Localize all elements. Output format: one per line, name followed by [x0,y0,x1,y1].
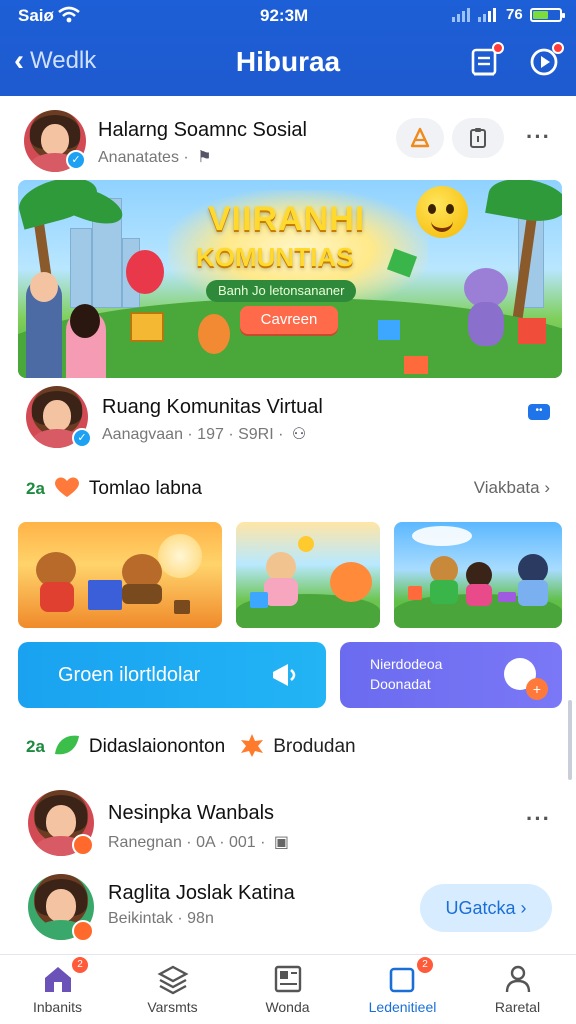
leaf-icon [53,734,81,761]
post-meta: Aanagvaan · 197 · S9RI · ⚇ [102,424,306,444]
home-icon [42,963,74,995]
view-all-label: Viakbata [473,478,540,497]
nav-label: Inbanits [32,999,83,1015]
section-title: Didaslaiononton [88,736,226,757]
secondary-action-label: Nierdodeoa [370,656,443,672]
top-bar: Saiø 92:3M 76 ‹ Wedlk Hiburaa [0,0,576,96]
secondary-action-sublabel: Doonadat [370,676,431,692]
user-name[interactable]: Raglita Joslak Katina [108,882,295,905]
news-icon [272,963,304,995]
document-icon: ▣ [273,834,290,851]
content-card[interactable] [236,522,380,628]
cone-icon [410,127,430,148]
status-carrier: Saiø [18,6,54,25]
bottom-nav: 2 Inbanits Varsmts Wonda 2 Ledenitieel R… [0,954,576,1024]
nav-label: Raretal [494,999,541,1015]
alert-button[interactable] [396,118,444,158]
megaphone-icon [270,660,300,695]
signal-icon [452,8,496,22]
more-options-icon[interactable]: ··· [526,806,551,832]
section-header: 2a Tomlao labna [26,474,202,504]
view-all-link[interactable]: Viakbata › [474,478,550,498]
primary-action-label: Groen ilortldolar [58,664,201,686]
nav-item-layers[interactable]: Varsmts [115,955,230,1024]
banner-title: VIIRANHI [208,200,366,238]
nav-item-profile[interactable]: Raretal [460,955,575,1024]
badge-icon [72,920,94,942]
nav-badge: 2 [417,957,433,973]
layers-icon [156,963,189,995]
follow-button-label: UGatcka [445,898,516,918]
section-count: 2a [26,737,45,756]
status-time: 92:3M [260,6,309,25]
flag-icon: ⚑ [197,149,212,166]
notes-button[interactable] [468,42,504,78]
chat-square-icon [387,963,419,995]
nav-item-messages[interactable]: 2 Ledenitieel [345,955,460,1024]
scrollbar[interactable] [568,700,572,780]
follow-button[interactable]: UGatcka › [420,884,552,932]
clipboard-icon [470,128,486,148]
notification-dot [552,42,564,54]
post-meta: Ananatates · ⚑ [98,147,212,167]
nav-label: Wonda [265,999,310,1015]
section-header: 2a Didaslaiononton Brodudan [26,732,356,762]
smiley-icon [416,186,468,238]
nav-label: Varsmts [147,999,198,1015]
promo-banner[interactable]: VIIRANHI KOMUNTIAS Banh Jo letonsananer … [18,180,562,378]
nav-badge: 2 [72,957,88,973]
chevron-right-icon: › [520,898,527,918]
burst-icon [239,733,265,762]
banner-cta-button[interactable]: Cavreen [240,306,338,334]
user-meta: Ranegnan · 0A · 001 · ▣ [108,832,289,852]
post-meta-text: Ananatates · [98,149,189,166]
post-author[interactable]: Ruang Komunitas Virtual [102,396,323,419]
primary-action-button[interactable]: Groen ilortldolar [18,642,326,708]
battery-icon [530,8,565,22]
user-meta: Beikintak · 98n [108,910,214,927]
play-button[interactable] [528,42,564,78]
status-bar: Saiø 92:3M 76 [0,0,576,30]
post-meta-text: Aanagvaan · 197 · S9RI · [102,426,284,443]
more-options-icon[interactable]: ··· [526,124,551,150]
section-title: Tomlao labna [88,478,202,499]
content-card[interactable] [18,522,222,628]
nav-item-home[interactable]: 2 Inbanits [0,955,115,1024]
verified-icon: ✓ [66,150,86,170]
chat-icon[interactable]: •• [528,404,550,420]
profile-icon [502,963,534,995]
verified-icon: ✓ [72,428,92,448]
section-extra: Brodudan [273,736,356,757]
wifi-icon [58,6,80,29]
user-name[interactable]: Nesinpka Wanbals [108,802,274,825]
banner-subtitle: KOMUNTIAS [196,242,354,272]
user-meta-text: Ranegnan · 0A · 001 · [108,834,266,851]
content-card[interactable] [394,522,562,628]
badge-icon [72,834,94,856]
plus-icon: + [526,678,548,700]
notification-dot [492,42,504,54]
nav-item-news[interactable]: Wonda [230,955,345,1024]
banner-tagline: Banh Jo letonsananer [206,280,357,302]
heart-icon [53,476,81,503]
battery-percent: 76 [506,6,523,23]
secondary-action-button[interactable]: Nierdodeoa Doonadat + [340,642,562,708]
mask-icon: ⚇ [291,426,307,443]
post-author[interactable]: Halarng Soamnc Sosial [98,119,307,142]
chevron-right-icon: › [544,478,550,497]
save-button[interactable] [452,118,504,158]
nav-label: Ledenitieel [368,999,437,1015]
section-count: 2a [26,479,45,498]
